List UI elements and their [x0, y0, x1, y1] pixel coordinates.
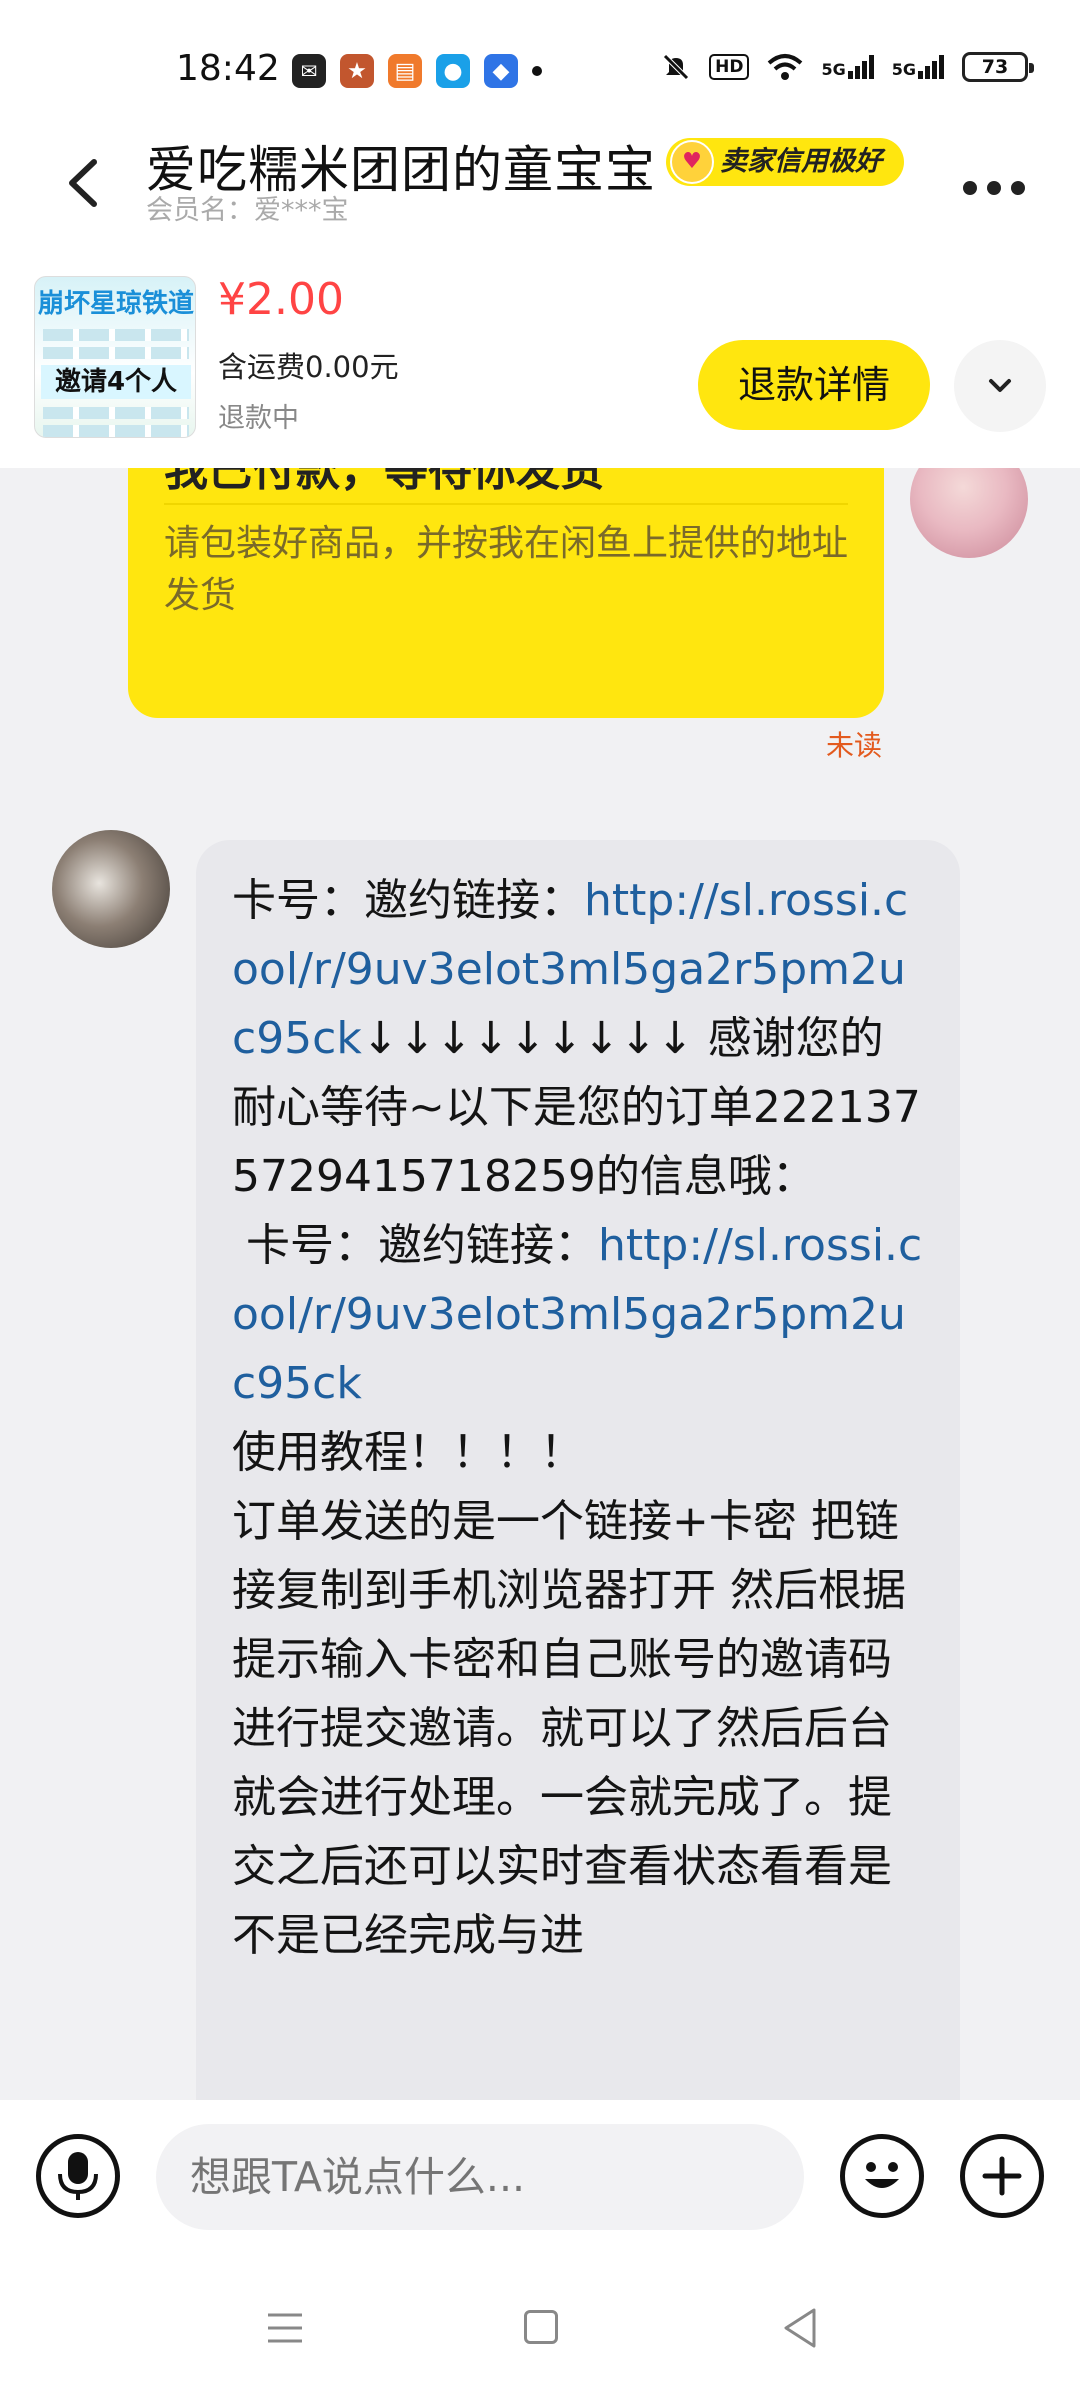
payment-card-description: 请包装好商品，并按我在闲鱼上提供的地址发货 — [164, 523, 849, 616]
refund-details-button[interactable]: 退款详情 — [698, 340, 930, 430]
thumbnail-decoration — [43, 329, 189, 341]
message-text: 卡号：邀约链接：http://sl.rossi.cool/r/9uv3elot3… — [232, 866, 924, 1970]
voice-button[interactable] — [36, 2134, 120, 2218]
message-bubble[interactable]: 卡号：邀约链接：http://sl.rossi.cool/r/9uv3elot3… — [196, 840, 960, 2100]
order-status: 退款中 — [218, 403, 299, 434]
reader-app-icon: ▤ — [388, 54, 422, 88]
more-icon — [963, 181, 977, 195]
thumbnail-caption: 邀请4个人 — [41, 365, 191, 399]
member-name: 会员名：爱***宝 — [146, 195, 349, 226]
wechat-icon: ✉ — [292, 54, 326, 88]
signal-icon-1: 5G — [821, 55, 874, 79]
qq-app-icon: ● — [436, 54, 470, 88]
more-notifications-dot — [532, 66, 542, 76]
chat-header: 爱吃糯米团团的童宝宝 ♥ 卖家信用极好 会员名：爱***宝 — [0, 130, 1080, 260]
browser-app-icon: ◆ — [484, 54, 518, 88]
heart-eyes-icon: ♥ — [670, 140, 714, 184]
network-type-1: 5G — [821, 60, 846, 79]
notification-icons: ✉ ★ ▤ ● ◆ — [292, 54, 542, 88]
seller-avatar[interactable] — [52, 830, 170, 948]
expand-button[interactable] — [954, 340, 1046, 432]
back-button[interactable] — [52, 148, 122, 218]
nav-menu-icon[interactable] — [266, 2310, 304, 2346]
divider — [164, 503, 848, 505]
game-app-icon: ★ — [340, 54, 374, 88]
wifi-icon — [768, 54, 803, 80]
payment-card-title: 我已付款，等待你发货 — [164, 468, 604, 496]
nav-home-icon[interactable] — [524, 2310, 558, 2344]
chevron-down-icon — [989, 379, 1011, 392]
network-type-2: 5G — [891, 60, 916, 79]
system-indicators: HD 5G 5G 73 — [661, 52, 1034, 82]
nav-back-icon[interactable] — [780, 2306, 820, 2350]
emoji-icon — [865, 2162, 899, 2188]
clock: 18:42 — [176, 48, 280, 89]
system-nav-bar — [0, 2260, 1080, 2400]
my-avatar[interactable] — [910, 468, 1028, 558]
product-thumbnail[interactable]: 崩坏星琼铁道 邀请4个人 — [34, 276, 196, 438]
message-input[interactable] — [156, 2124, 804, 2230]
message-segment: 卡号：邀约链接： — [232, 875, 584, 926]
status-bar: 18:42 ✉ ★ ▤ ● ◆ HD 5G 5G 73 — [0, 0, 1080, 130]
signal-icon-2: 5G — [892, 55, 944, 79]
chat-area[interactable]: 我已付款，等待你发货 请包装好商品，并按我在闲鱼上提供的地址发货 未读 卡号：邀… — [0, 468, 1080, 2100]
thumbnail-title: 崩坏星琼铁道 — [37, 289, 194, 319]
product-price: ¥2.00 — [218, 274, 344, 325]
credit-badge-label: 卖家信用极好 — [720, 146, 882, 177]
payment-card[interactable]: 我已付款，等待你发货 请包装好商品，并按我在闲鱼上提供的地址发货 — [128, 468, 884, 718]
battery-icon: 73 — [962, 52, 1034, 82]
microphone-icon — [58, 2152, 98, 2200]
credit-badge: ♥ 卖家信用极好 — [666, 138, 904, 186]
message-segment: 使用教程！！！！ 订单发送的是一个链接+卡密 把链接复制到手机浏览器打开 然后根… — [232, 1427, 906, 1961]
mute-icon — [663, 54, 689, 80]
more-button[interactable] — [954, 168, 1034, 208]
read-status: 未读 — [826, 729, 883, 762]
shipping-fee: 含运费0.00元 — [218, 350, 399, 384]
more-actions-button[interactable] — [960, 2134, 1044, 2218]
emoji-button[interactable] — [840, 2134, 924, 2218]
plus-icon — [982, 2156, 1022, 2196]
back-arrow-icon — [69, 159, 97, 207]
product-bar[interactable]: 崩坏星琼铁道 邀请4个人 ¥2.00 含运费0.00元 退款中 退款详情 — [0, 260, 1080, 469]
hd-voice-icon: HD — [709, 54, 750, 80]
input-bar — [0, 2100, 1080, 2260]
